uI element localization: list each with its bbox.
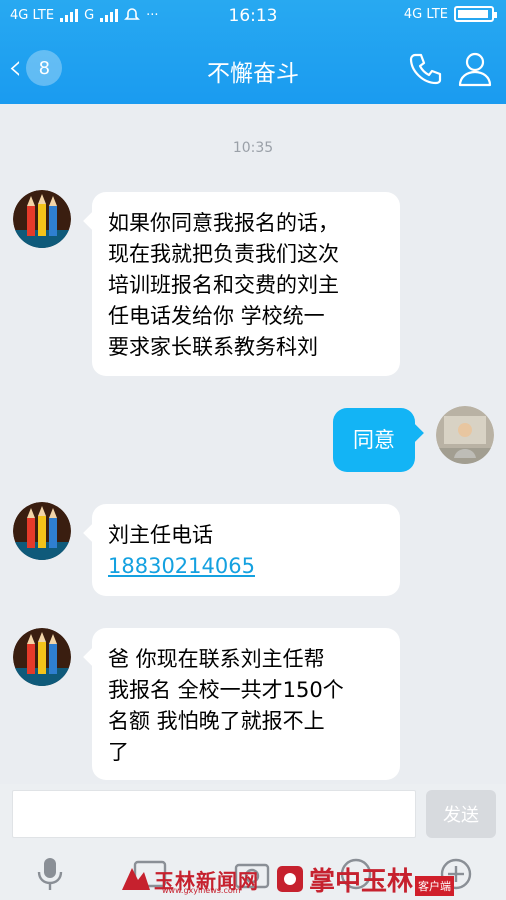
photo-avatar-icon (436, 406, 494, 464)
phone-call-icon[interactable] (406, 50, 444, 88)
send-button[interactable]: 发送 (426, 790, 496, 838)
message-line: 爸 你现在联系刘主任帮 (108, 647, 325, 671)
self-avatar[interactable] (436, 406, 494, 464)
contact-avatar[interactable] (13, 628, 71, 686)
watermark-app-name: 掌中玉林 (309, 866, 414, 897)
message-bubble-3[interactable]: 刘主任电话 18830214065 (83, 504, 400, 596)
status-right: 4G LTE (403, 6, 497, 22)
app-header: 4G LTE G ··· 16:13 4G LTE ‹ 8 不懈奋斗 (0, 0, 506, 104)
message-bubble-4[interactable]: 爸 你现在联系刘主任帮 我报名 全校一共才150个 名额 我怕晚了就报不上 了 (83, 628, 400, 780)
status-bar: 4G LTE G ··· 16:13 4G LTE (0, 0, 506, 32)
title-bar: ‹ 8 不懈奋斗 (0, 32, 506, 104)
microphone-icon[interactable] (30, 856, 70, 892)
message-timestamp: 10:35 (232, 140, 274, 156)
watermark: 玉林新闻网 www.gxylnews.com 掌中玉林 客户端 (118, 858, 506, 900)
contact-avatar[interactable] (13, 190, 71, 248)
message-line: 如果你同意我报名的话， (108, 211, 339, 235)
message-line: 现在我就把负责我们这次 (108, 242, 339, 266)
watermark-site-url: www.gxylnews.com (162, 886, 241, 895)
pencils-avatar-icon (13, 628, 71, 686)
network-label-3: 4G LTE (403, 6, 448, 22)
pencils-avatar-icon (13, 190, 71, 248)
watermark-app-tag: 客户端 (415, 876, 455, 896)
app-logo-icon (277, 866, 303, 892)
message-line: 名额 我怕晚了就报不上 (108, 709, 325, 733)
user-profile-icon[interactable] (456, 50, 494, 88)
message-line: 要求家长联系教务科刘 (108, 335, 318, 359)
message-text: 同意 (353, 427, 395, 452)
battery-level (458, 10, 489, 18)
message-input[interactable] (12, 790, 416, 838)
bubble-tail (83, 523, 103, 543)
bubble-tail (83, 647, 103, 667)
message-line: 了 (108, 740, 129, 764)
message-bubble-2[interactable]: 同意 (333, 408, 424, 472)
bubble-tail (83, 211, 103, 231)
message-line: 任电话发给你 学校统一 (108, 304, 325, 328)
yulin-news-logo-icon (122, 868, 150, 890)
phone-number-link[interactable]: 18830214065 (108, 551, 400, 582)
message-line: 刘主任电话 (108, 523, 213, 547)
message-line: 我报名 全校一共才150个 (108, 678, 344, 702)
contact-avatar[interactable] (13, 502, 71, 560)
pencils-avatar-icon (13, 502, 71, 560)
battery-icon (454, 6, 497, 22)
message-bubble-1[interactable]: 如果你同意我报名的话， 现在我就把负责我们这次 培训班报名和交费的刘主 任电话发… (83, 192, 400, 376)
message-line: 培训班报名和交费的刘主 (108, 273, 339, 297)
bubble-tail (404, 423, 424, 443)
